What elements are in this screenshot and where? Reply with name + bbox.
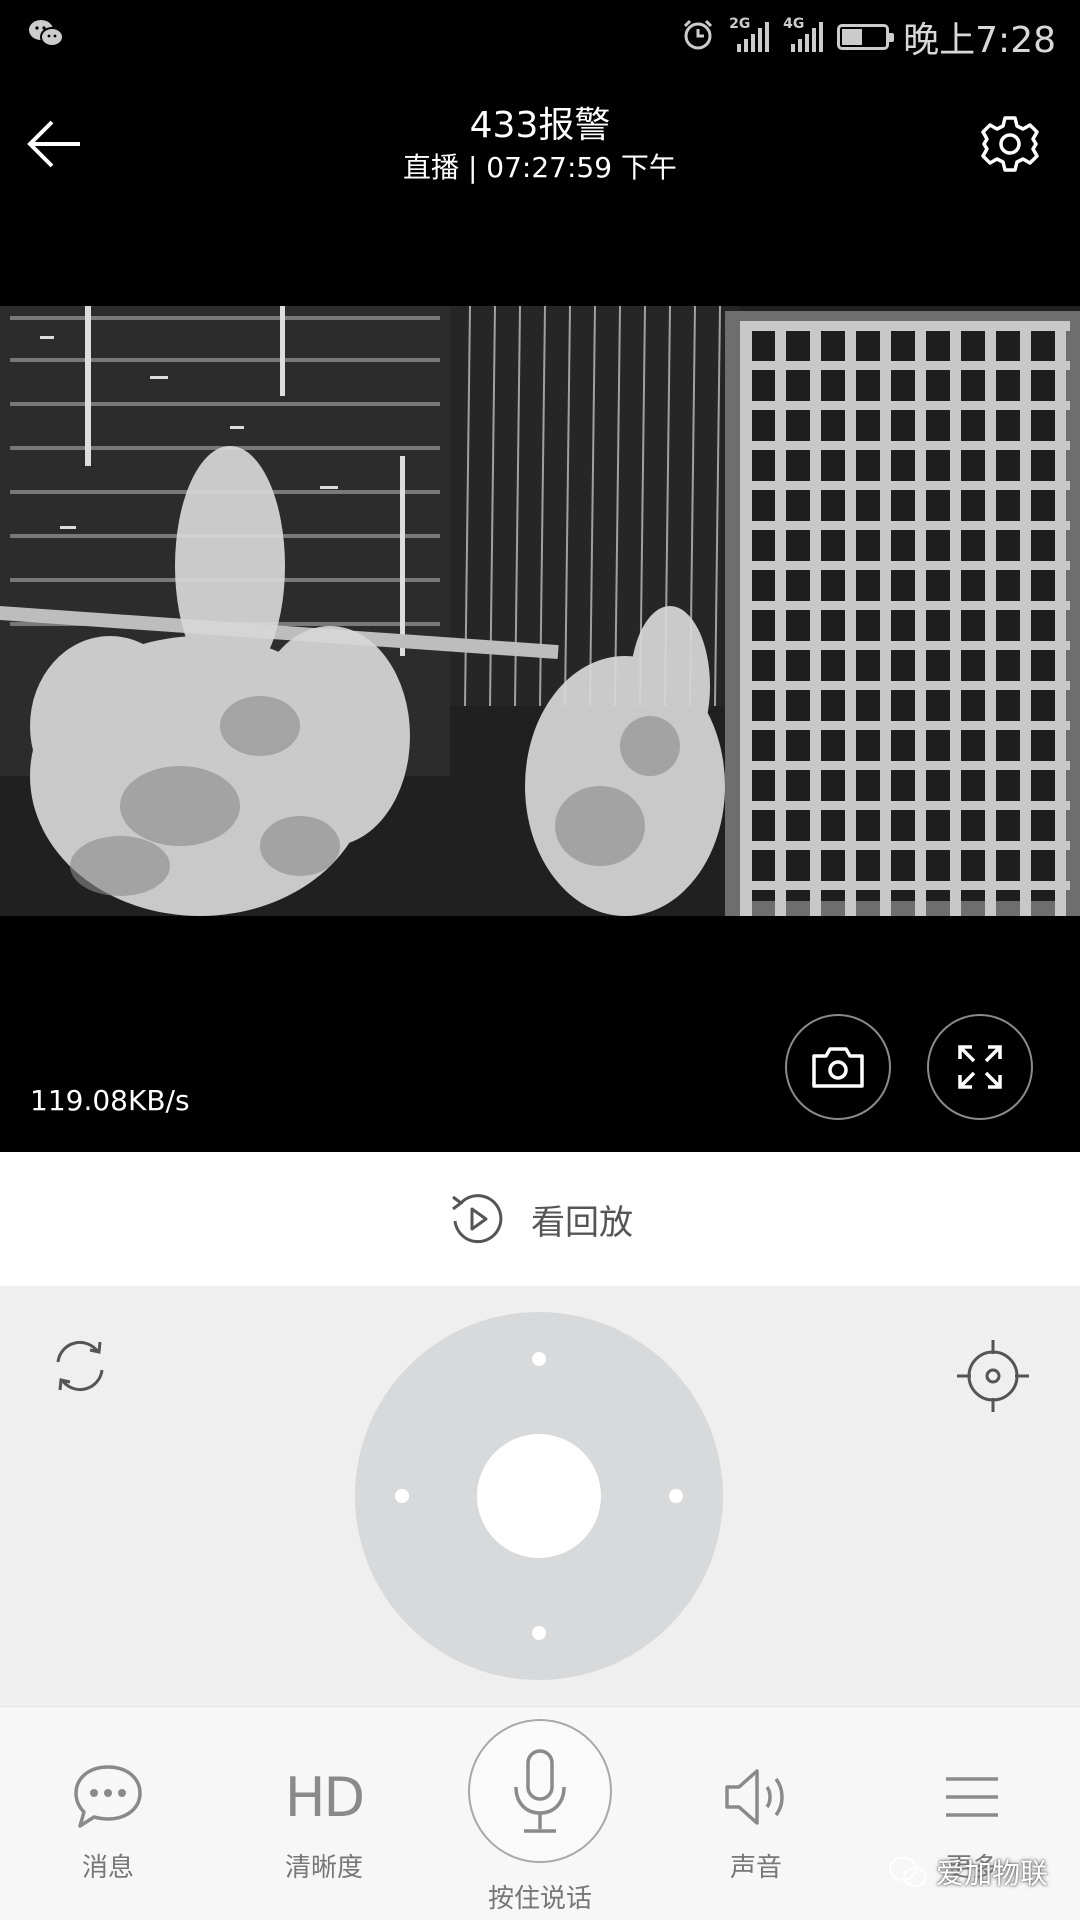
network-label-2: 4G — [783, 16, 805, 32]
live-status: 直播 | 07:27:59 下午 — [403, 151, 677, 184]
tab-sound-label: 声音 — [729, 1853, 782, 1883]
playback-button[interactable]: 看回放 — [0, 1152, 1080, 1286]
microphone-icon — [514, 1749, 566, 1833]
playback-label: 看回放 — [531, 1202, 633, 1243]
rotate-button[interactable] — [48, 1334, 112, 1398]
preset-position-button[interactable] — [955, 1338, 1031, 1414]
wechat-watermark-icon — [889, 1857, 927, 1887]
video-feed[interactable] — [0, 306, 1080, 916]
status-bar: 2G 4G 晚上7:28 — [0, 0, 1080, 74]
tab-messages-label: 消息 — [81, 1853, 134, 1883]
hd-icon: HD — [284, 1765, 365, 1829]
bitrate-label: 119.08KB/s — [30, 1084, 190, 1117]
ptz-up-dot[interactable] — [532, 1352, 546, 1366]
refresh-icon — [56, 1341, 104, 1391]
crosshair-icon — [957, 1340, 1029, 1412]
push-to-talk-label: 按住说话 — [487, 1884, 592, 1914]
fullscreen-button[interactable] — [927, 1014, 1033, 1120]
tab-messages[interactable]: 消息 — [38, 1757, 178, 1884]
snapshot-button[interactable] — [785, 1014, 891, 1120]
signal-icon-2: 4G — [783, 16, 824, 52]
ptz-direction-pad[interactable] — [355, 1312, 723, 1680]
expand-icon — [958, 1045, 1002, 1089]
clock: 晚上7:28 — [903, 20, 1056, 61]
replay-icon — [452, 1194, 503, 1244]
ptz-right-dot[interactable] — [669, 1489, 683, 1503]
settings-button[interactable] — [978, 112, 1042, 176]
tab-resolution-label: 清晰度 — [284, 1853, 363, 1883]
ptz-panel — [0, 1286, 1080, 1706]
menu-icon — [902, 1757, 1042, 1837]
tab-resolution[interactable]: HD 清晰度 — [254, 1757, 394, 1884]
battery-icon — [837, 24, 895, 50]
ptz-center[interactable] — [477, 1434, 601, 1558]
watermark-text: 爱加物联 — [936, 1857, 1049, 1890]
wechat-icon — [28, 18, 64, 52]
message-icon — [38, 1757, 178, 1837]
alarm-icon — [681, 18, 715, 56]
header: 433报警 直播 | 07:27:59 下午 — [0, 74, 1080, 234]
gear-icon — [981, 116, 1039, 172]
ptz-left-dot[interactable] — [395, 1489, 409, 1503]
network-label-1: 2G — [729, 16, 751, 32]
page-title: 433报警 — [469, 105, 611, 146]
watermark: 爱加物联 — [888, 1852, 1048, 1892]
ptz-down-dot[interactable] — [532, 1626, 546, 1640]
signal-icon-1: 2G — [729, 16, 770, 52]
speaker-icon — [686, 1757, 826, 1837]
tab-sound[interactable]: 声音 — [686, 1757, 826, 1884]
camera-icon — [812, 1047, 864, 1088]
push-to-talk-button[interactable] — [468, 1719, 612, 1863]
